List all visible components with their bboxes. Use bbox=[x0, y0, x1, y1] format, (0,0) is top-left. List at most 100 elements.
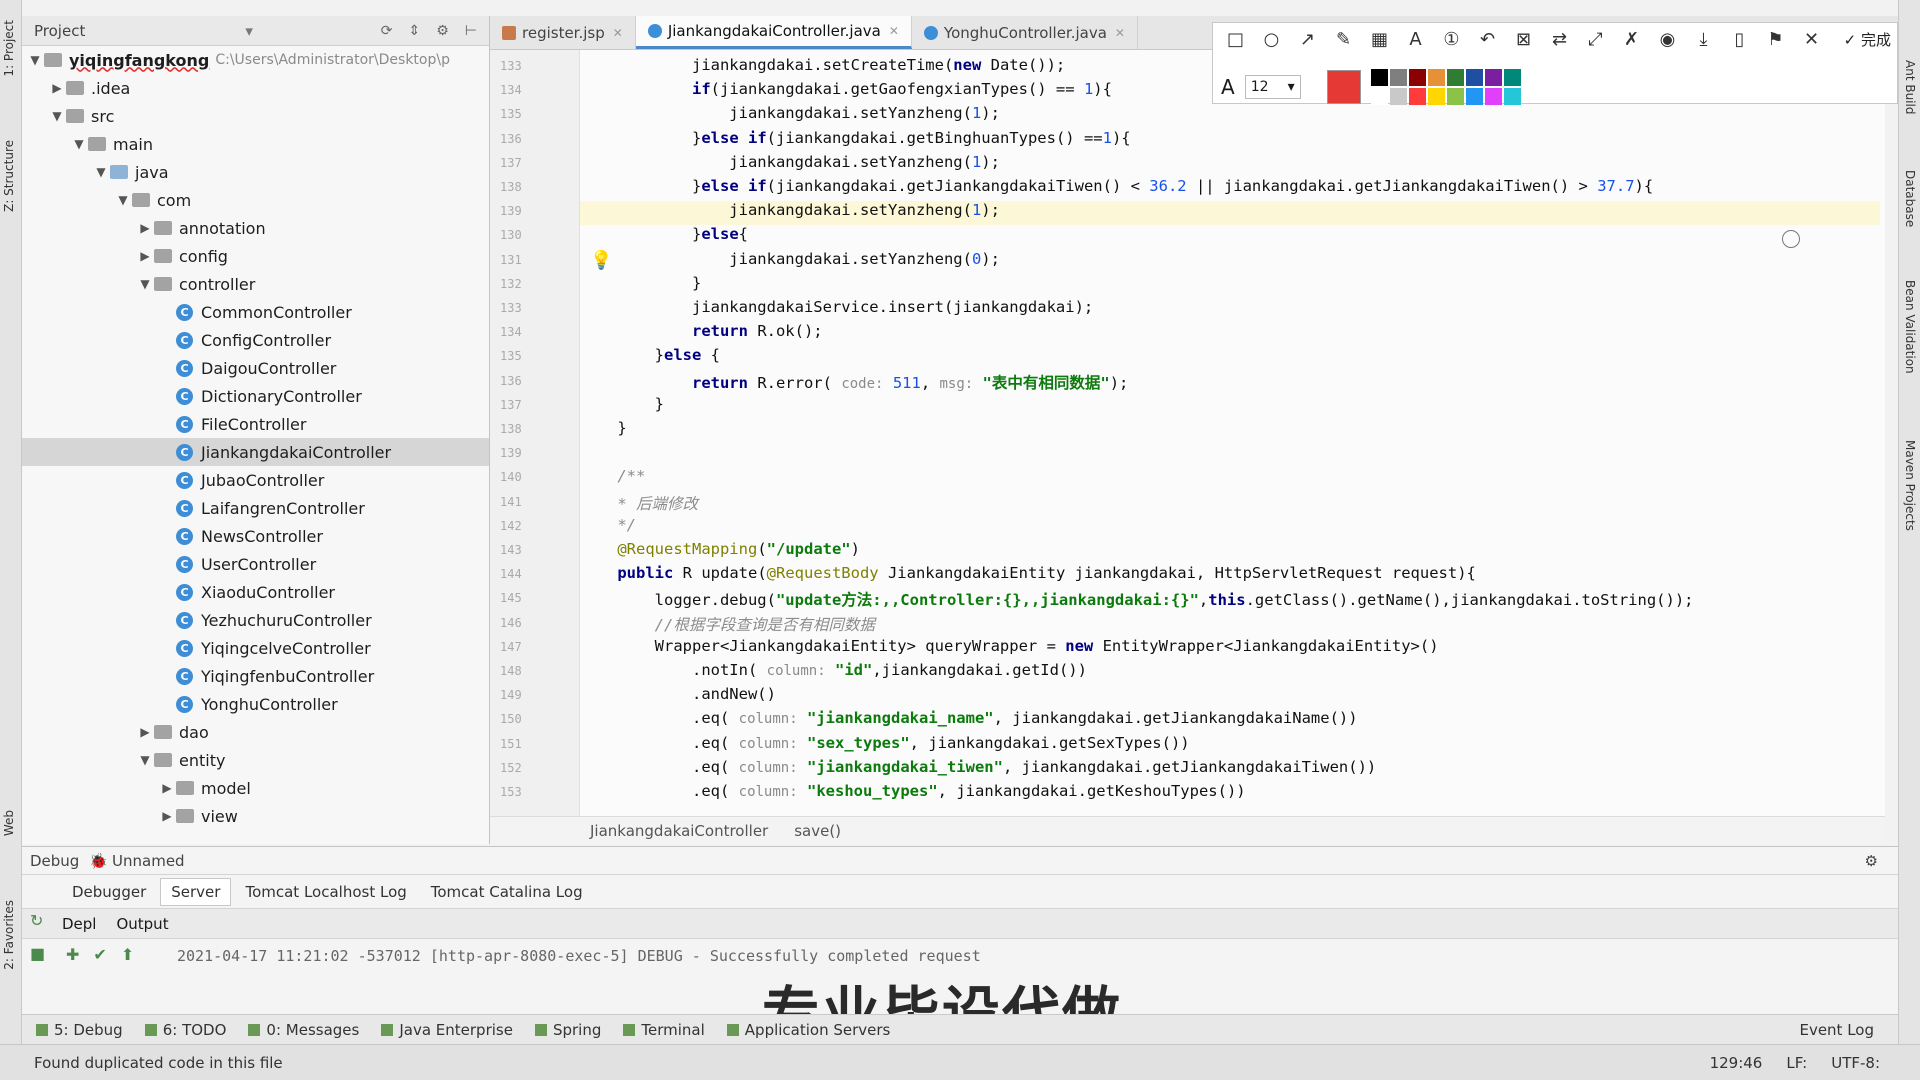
tree-folder-item[interactable]: ▼ main bbox=[22, 130, 489, 158]
code-line[interactable]: //根据字段查询是否有相同数据 bbox=[580, 613, 875, 637]
sync-icon[interactable]: ⟳ bbox=[381, 23, 393, 39]
tree-class-item[interactable]: C CommonController bbox=[22, 298, 489, 326]
chevron-down-icon[interactable]: ▼ bbox=[70, 137, 88, 151]
tree-class-item[interactable]: C YiqingcelveController bbox=[22, 634, 489, 662]
font-size-select[interactable]: 12 ▾ bbox=[1244, 75, 1301, 99]
tree-class-item[interactable]: C DaigouController bbox=[22, 354, 489, 382]
code-line[interactable]: .notIn( column: "id",jiankangdakai.getId… bbox=[580, 661, 1087, 685]
code-line[interactable]: logger.debug("update方法:,,Controller:{},,… bbox=[580, 588, 1694, 612]
bookmark-icon[interactable]: ⚑ bbox=[1763, 29, 1788, 50]
breadcrumb-method[interactable]: save() bbox=[794, 822, 841, 840]
deploy-icon[interactable]: ✚ bbox=[66, 945, 79, 964]
code-line[interactable]: .eq( column: "keshou_types", jiankangdak… bbox=[580, 782, 1246, 806]
gear-icon[interactable]: ⚙ bbox=[1865, 852, 1878, 870]
code-line[interactable]: } bbox=[580, 419, 626, 443]
chevron-down-icon[interactable]: ▼ bbox=[48, 109, 66, 123]
code-line[interactable]: @RequestMapping("/update") bbox=[580, 540, 860, 564]
pin-icon[interactable]: ✗ bbox=[1619, 29, 1644, 50]
tree-class-item[interactable]: C LaifangrenController bbox=[22, 494, 489, 522]
close-icon[interactable]: ✕ bbox=[613, 26, 623, 40]
web-tool-tab[interactable]: Web bbox=[2, 810, 16, 836]
record-icon[interactable]: ◉ bbox=[1655, 29, 1680, 50]
color-swatch[interactable] bbox=[1446, 88, 1464, 105]
tool-window-button[interactable]: Terminal bbox=[623, 1021, 705, 1039]
gear-icon[interactable]: ⚙ bbox=[436, 23, 449, 39]
code-line[interactable]: jiankangdakaiService.insert(jiankangdaka… bbox=[580, 298, 1093, 322]
ant-build-tab[interactable]: Ant Build bbox=[1903, 60, 1917, 114]
tree-class-item[interactable]: C ConfigController bbox=[22, 326, 489, 354]
scroll-icon[interactable]: ⤢ bbox=[1583, 29, 1608, 50]
code-line[interactable]: .eq( column: "sex_types", jiankangdakai.… bbox=[580, 734, 1190, 758]
code-line[interactable]: jiankangdakai.setYanzheng(1); bbox=[580, 153, 1000, 177]
tree-class-item[interactable]: C JiankangdakaiController bbox=[22, 438, 489, 466]
close-icon[interactable]: ✕ bbox=[889, 24, 899, 38]
tree-folder-item[interactable]: ▼ java bbox=[22, 158, 489, 186]
debug-tab[interactable]: Tomcat Localhost Log bbox=[235, 879, 416, 905]
code-line[interactable]: * 后端修改 bbox=[580, 492, 698, 516]
rect-icon[interactable]: □ bbox=[1223, 29, 1248, 50]
code-line[interactable]: jiankangdakai.setYanzheng(1); bbox=[580, 104, 1000, 128]
download-icon[interactable]: ⤓ bbox=[1691, 29, 1716, 50]
tool-window-button[interactable]: 0: Messages bbox=[248, 1021, 359, 1039]
code-line[interactable]: }else { bbox=[580, 346, 720, 370]
code-line[interactable]: } bbox=[580, 274, 701, 298]
chevron-right-icon[interactable]: ▶ bbox=[136, 725, 154, 739]
editor-tab[interactable]: JiankangdakaiController.java ✕ bbox=[635, 16, 912, 49]
deployment-tab[interactable]: Depl bbox=[62, 915, 96, 933]
tree-folder-item[interactable]: ▼ com bbox=[22, 186, 489, 214]
color-swatch[interactable] bbox=[1465, 88, 1483, 105]
color-swatch[interactable] bbox=[1465, 69, 1483, 86]
tree-class-item[interactable]: C UserController bbox=[22, 550, 489, 578]
color-swatch[interactable] bbox=[1408, 69, 1426, 86]
project-root[interactable]: ▼ yiqingfangkong C:\Users\Administrator\… bbox=[22, 46, 489, 74]
code-area[interactable]: jiankangdakai.setCreateTime(new Date());… bbox=[580, 50, 1880, 816]
tree-folder-item[interactable]: ▼ controller bbox=[22, 270, 489, 298]
breadcrumb-class[interactable]: JiankangdakaiController bbox=[590, 822, 768, 840]
collapse-icon[interactable]: ⇕ bbox=[409, 23, 421, 39]
code-line[interactable]: .eq( column: "jiankangdakai_tiwen", jian… bbox=[580, 758, 1376, 782]
tree-class-item[interactable]: C FileController bbox=[22, 410, 489, 438]
tree-class-item[interactable]: C XiaoduController bbox=[22, 578, 489, 606]
project-header-title[interactable]: Project bbox=[34, 22, 85, 40]
tree-class-item[interactable]: C YezhuchuruController bbox=[22, 606, 489, 634]
color-swatch[interactable] bbox=[1427, 69, 1445, 86]
tool-window-button[interactable]: 6: TODO bbox=[144, 1021, 226, 1039]
file-encoding[interactable]: UTF-8: bbox=[1831, 1054, 1880, 1072]
color-swatch[interactable] bbox=[1427, 88, 1445, 105]
color-swatch[interactable] bbox=[1503, 69, 1521, 86]
arrow-icon[interactable]: ↗ bbox=[1295, 29, 1320, 50]
save-icon[interactable]: ▯ bbox=[1727, 29, 1752, 50]
tree-folder-item[interactable]: ▼ entity bbox=[22, 746, 489, 774]
color-swatch[interactable] bbox=[1408, 88, 1426, 105]
event-log-button[interactable]: Event Log bbox=[1799, 1021, 1898, 1039]
pen-icon[interactable]: ✎ bbox=[1331, 29, 1356, 50]
chevron-down-icon[interactable]: ▼ bbox=[136, 277, 154, 291]
line-separator[interactable]: LF: bbox=[1786, 1054, 1807, 1072]
chevron-right-icon[interactable]: ▶ bbox=[136, 249, 154, 263]
code-line[interactable]: } bbox=[580, 395, 664, 419]
tree-folder-item[interactable]: ▶ annotation bbox=[22, 214, 489, 242]
tree-class-item[interactable]: C YiqingfenbuController bbox=[22, 662, 489, 690]
number-icon[interactable]: ① bbox=[1439, 29, 1464, 50]
chevron-right-icon[interactable]: ▶ bbox=[158, 809, 176, 823]
code-line[interactable]: }else if(jiankangdakai.getJiankangdakaiT… bbox=[580, 177, 1653, 201]
chevron-down-icon[interactable]: ▼ bbox=[26, 53, 44, 67]
code-line[interactable]: return R.error( code: 511, msg: "表中有相同数据… bbox=[580, 371, 1128, 395]
debug-tab[interactable]: Tomcat Catalina Log bbox=[421, 879, 593, 905]
tree-folder-item[interactable]: ▶ view bbox=[22, 802, 489, 830]
tree-folder-item[interactable]: ▶ config bbox=[22, 242, 489, 270]
caret-position[interactable]: 129:46 bbox=[1710, 1054, 1763, 1072]
ellipse-icon[interactable]: ○ bbox=[1259, 29, 1284, 50]
tree-class-item[interactable]: C DictionaryController bbox=[22, 382, 489, 410]
chevron-right-icon[interactable]: ▶ bbox=[48, 81, 66, 95]
tree-class-item[interactable]: C YonghuController bbox=[22, 690, 489, 718]
editor-tab[interactable]: register.jsp ✕ bbox=[490, 16, 636, 49]
tool-window-button[interactable]: Java Enterprise bbox=[381, 1021, 513, 1039]
chevron-down-icon[interactable]: ▼ bbox=[92, 165, 110, 179]
text-icon[interactable]: A bbox=[1403, 29, 1428, 50]
check-icon[interactable]: ✔ bbox=[93, 945, 106, 964]
database-tab[interactable]: Database bbox=[1903, 170, 1917, 227]
output-tab[interactable]: Output bbox=[116, 915, 168, 933]
color-swatch[interactable] bbox=[1370, 88, 1388, 105]
maven-projects-tab[interactable]: Maven Projects bbox=[1903, 440, 1917, 531]
